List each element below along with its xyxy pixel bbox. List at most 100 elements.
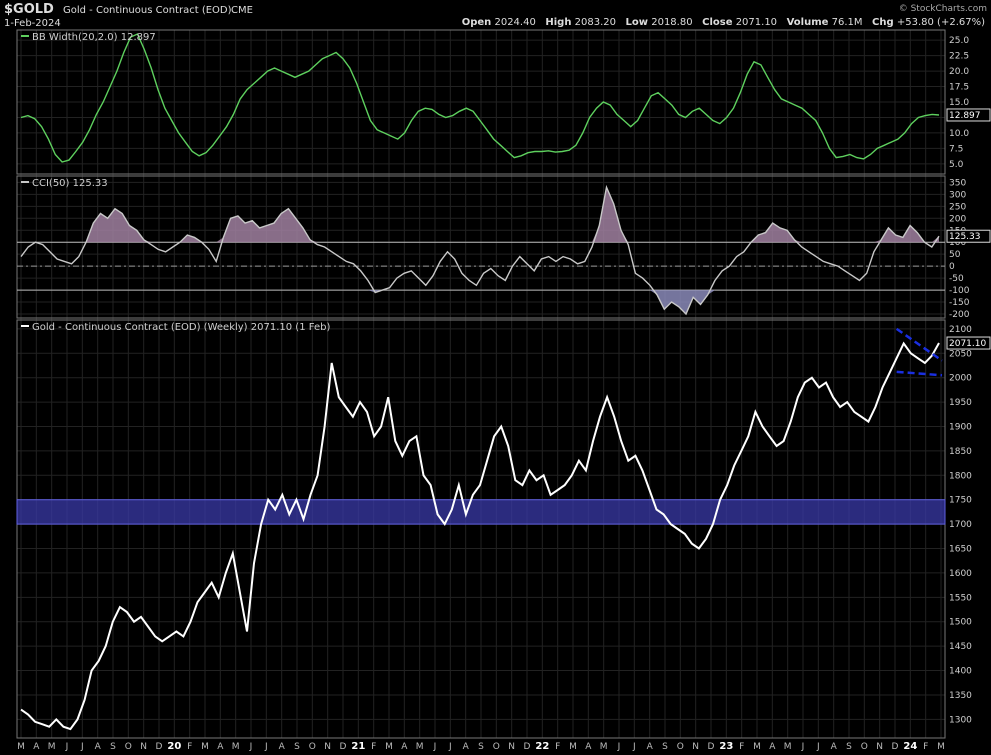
x-tick-label: 21 <box>351 741 365 752</box>
x-tick-label: J <box>617 742 621 752</box>
cci-y-tick-label: 0 <box>949 262 955 272</box>
price-y-tick-label: 2050 <box>949 349 972 359</box>
price-y-tick-label: 1450 <box>949 642 972 652</box>
x-tick-label: A <box>647 742 654 752</box>
x-tick-label: J <box>801 742 805 752</box>
price-y-tick-label: 1900 <box>949 423 972 433</box>
x-tick-label: N <box>508 742 515 752</box>
chart-canvas: M A M J J A S O N D 20 F M A M J J A S O N D 21 F M A M J J A S O N D 22 F M… <box>16 29 991 752</box>
x-tick-label: O <box>677 742 684 752</box>
price-y-tick-label: 1300 <box>949 715 972 725</box>
x-tick-label: M <box>385 742 393 752</box>
price-panel-title: Gold - Continuous Contract (EOD) (Weekly… <box>32 322 330 333</box>
cci-y-tick-label: 250 <box>949 202 966 212</box>
x-tick-label: A <box>33 742 40 752</box>
price-y-tick-label: 1600 <box>949 569 972 579</box>
x-tick-label: M <box>784 742 792 752</box>
cci-y-tick-label: 50 <box>949 250 961 260</box>
x-tick-label: A <box>401 742 408 752</box>
price-y-tick-label: 1750 <box>949 496 972 506</box>
x-tick-label: J <box>249 742 253 752</box>
cci-y-tick-label: -200 <box>949 310 970 320</box>
x-tick-label: 24 <box>903 741 917 752</box>
support-band <box>16 499 946 525</box>
x-tick-label: A <box>279 742 286 752</box>
x-tick-label: S <box>662 742 668 752</box>
x-tick-label: S <box>294 742 300 752</box>
x-tick-label: J <box>816 742 820 752</box>
bb-width-y-tick-label: 17.5 <box>949 83 969 93</box>
cci-y-tick-label: 300 <box>949 190 966 200</box>
x-tick-label: M <box>416 742 424 752</box>
price-y-tick-label: 1400 <box>949 667 972 677</box>
x-tick-label: O <box>493 742 500 752</box>
x-tick-label: D <box>524 742 531 752</box>
bb-width-y-tick-label: 10.0 <box>949 129 969 139</box>
x-tick-label: M <box>569 742 577 752</box>
x-tick-label: J <box>65 742 69 752</box>
price-y-tick-label: 1650 <box>949 545 972 555</box>
x-tick-label: M <box>600 742 608 752</box>
x-tick-label: S <box>110 742 116 752</box>
price-y-tick-label: 1550 <box>949 593 972 603</box>
x-tick-label: A <box>217 742 224 752</box>
cci-y-tick-label: -50 <box>949 274 964 284</box>
x-tick-label: J <box>264 742 268 752</box>
cci-y-tick-label: -150 <box>949 298 970 308</box>
x-tick-label: O <box>861 742 868 752</box>
price-y-tick-label: 1800 <box>949 471 972 481</box>
bb-width-y-tick-label: 25.0 <box>949 36 969 46</box>
x-tick-label: F <box>187 742 192 752</box>
x-tick-label: M <box>48 742 56 752</box>
bb-width-y-tick-label: 20.0 <box>949 67 969 77</box>
price-y-tick-label: 1350 <box>949 691 972 701</box>
bb-width-y-tick-label: 5.0 <box>949 160 964 170</box>
x-tick-label: 20 <box>167 741 181 752</box>
price-last-value-label: 2071.10 <box>949 339 986 349</box>
price-y-tick-label: 1700 <box>949 520 972 530</box>
x-tick-label: D <box>340 742 347 752</box>
x-tick-label: S <box>478 742 484 752</box>
x-tick-label: N <box>324 742 331 752</box>
x-tick-label: A <box>463 742 470 752</box>
x-tick-label: F <box>739 742 744 752</box>
bb-width-last-value-label: 12.897 <box>949 111 981 121</box>
x-tick-label: M <box>937 742 945 752</box>
x-tick-label: A <box>585 742 592 752</box>
x-tick-label: D <box>708 742 715 752</box>
x-tick-label: 23 <box>719 741 733 752</box>
x-tick-label: 22 <box>535 741 549 752</box>
x-tick-label: M <box>232 742 240 752</box>
cci-y-tick-label: 350 <box>949 178 966 188</box>
x-tick-label: J <box>632 742 636 752</box>
cci-y-tick-label: -100 <box>949 286 970 296</box>
x-tick-label: D <box>892 742 899 752</box>
lower-trendline <box>896 370 943 377</box>
x-tick-label: M <box>17 742 25 752</box>
x-tick-label: F <box>371 742 376 752</box>
bb-width-y-tick-label: 22.5 <box>949 52 969 62</box>
x-tick-label: A <box>831 742 838 752</box>
bb-width-y-tick-label: 15.0 <box>949 98 969 108</box>
bb-width-panel-title: BB Width(20,2.0) 12.897 <box>32 32 156 43</box>
price-y-tick-label: 2000 <box>949 374 972 384</box>
price-y-tick-label: 1500 <box>949 618 972 628</box>
price-y-tick-label: 2100 <box>949 325 972 335</box>
x-tick-label: O <box>309 742 316 752</box>
x-tick-label: N <box>692 742 699 752</box>
cci-panel-title: CCI(50) 125.33 <box>32 178 108 189</box>
x-tick-label: D <box>156 742 163 752</box>
x-tick-label: N <box>140 742 147 752</box>
cci-y-tick-label: 200 <box>949 214 966 224</box>
x-tick-label: F <box>923 742 928 752</box>
x-tick-label: M <box>201 742 209 752</box>
x-tick-label: A <box>769 742 776 752</box>
x-tick-label: O <box>125 742 132 752</box>
x-tick-label: J <box>433 742 437 752</box>
x-tick-label: J <box>80 742 84 752</box>
x-tick-label: M <box>753 742 761 752</box>
price-y-tick-label: 1850 <box>949 447 972 457</box>
x-tick-label: S <box>846 742 852 752</box>
x-tick-label: N <box>876 742 883 752</box>
x-tick-label: J <box>448 742 452 752</box>
